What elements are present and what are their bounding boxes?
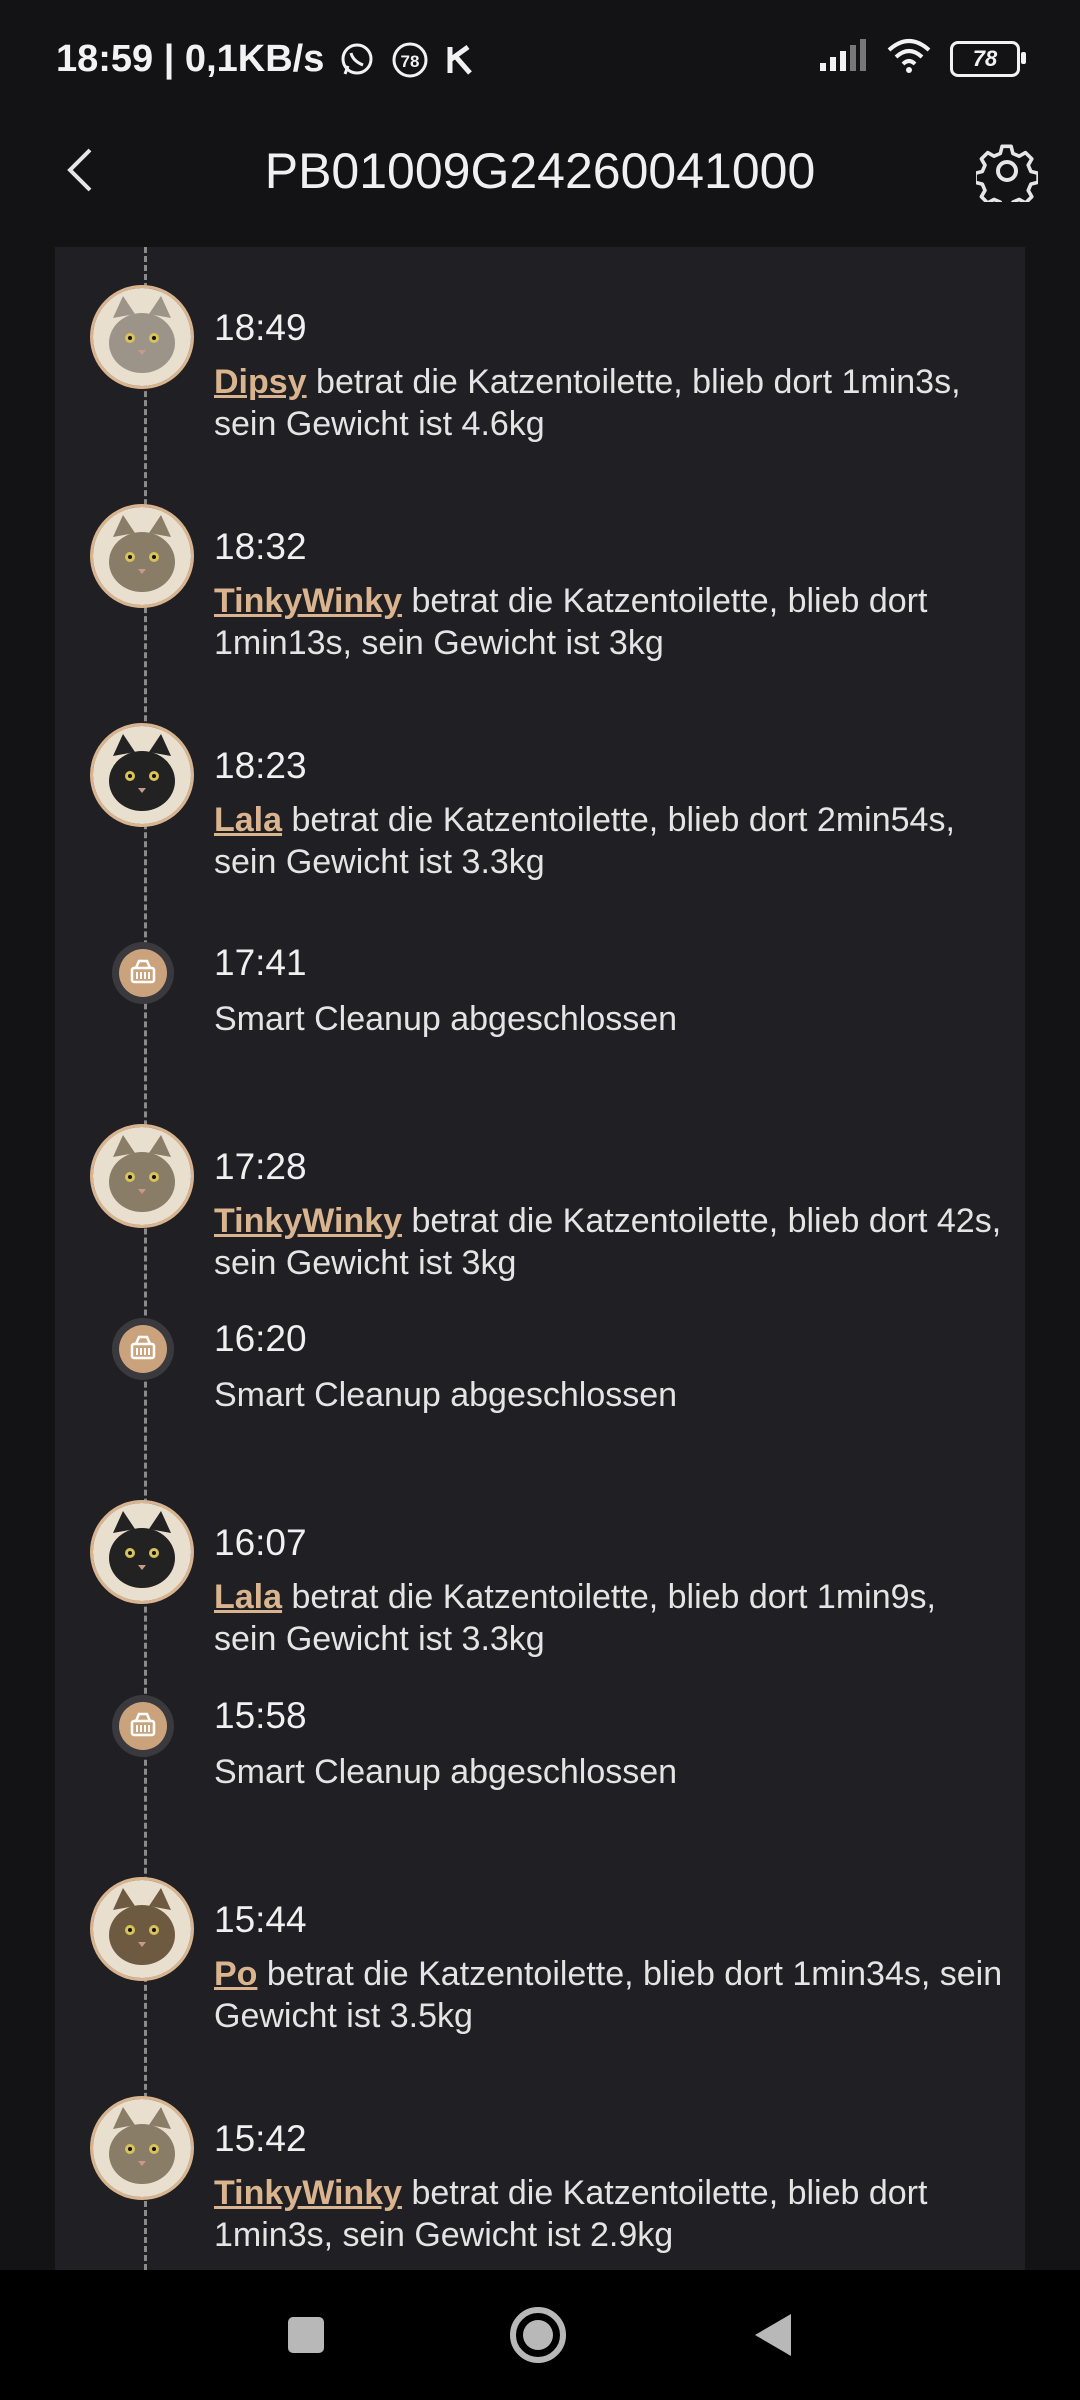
cat-avatar[interactable] xyxy=(90,504,194,608)
circle-icon xyxy=(510,2307,566,2363)
entry-time: 16:20 xyxy=(214,1318,307,1359)
entry-description: TinkyWinky betrat die Katzentoilette, bl… xyxy=(214,580,1004,664)
entry-text: betrat die Katzentoilette, blieb dort 1m… xyxy=(214,1955,1003,2035)
entry-time: 15:44 xyxy=(214,1899,307,1940)
gear-icon xyxy=(976,144,1038,202)
entry-description: TinkyWinky betrat die Katzentoilette, bl… xyxy=(214,1200,1004,1284)
nav-back-button[interactable] xyxy=(742,2303,806,2367)
status-bar: 18:59 | 0,1KB/s 78 78 xyxy=(0,0,1080,120)
square-icon xyxy=(288,2317,324,2353)
cat-avatar[interactable] xyxy=(90,285,194,389)
system-nav-bar xyxy=(0,2270,1080,2400)
cat-face-icon xyxy=(93,507,191,605)
entry-time: 18:49 xyxy=(214,307,307,348)
entry-description: Lala betrat die Katzentoilette, blieb do… xyxy=(214,799,1004,883)
page-title: PB01009G24260041000 xyxy=(264,143,816,199)
whatsapp-icon xyxy=(338,41,376,79)
cat-avatar[interactable] xyxy=(90,1500,194,1604)
recents-button[interactable] xyxy=(274,2303,338,2367)
entry-time: 17:41 xyxy=(214,942,307,983)
cat-name-link[interactable]: TinkyWinky xyxy=(214,582,402,620)
broom-cleanup-icon xyxy=(130,1712,156,1737)
entry-time: 18:23 xyxy=(214,745,307,786)
entry-text: betrat die Katzentoilette, blieb dort 1m… xyxy=(214,363,961,443)
cat-face-icon xyxy=(93,2099,191,2197)
entry-description: Dipsy betrat die Katzentoilette, blieb d… xyxy=(214,361,1004,445)
status-right: 78 xyxy=(818,38,1026,79)
entry-time: 15:42 xyxy=(214,2118,307,2159)
cat-avatar[interactable] xyxy=(90,723,194,827)
broom-cleanup-icon xyxy=(130,1335,156,1360)
battery-icon: 78 xyxy=(950,40,1026,77)
entry-description: Lala betrat die Katzentoilette, blieb do… xyxy=(214,1576,1004,1660)
cleanup-badge xyxy=(112,942,174,1004)
wifi-icon xyxy=(886,38,932,79)
entry-time: 15:58 xyxy=(214,1695,307,1736)
app-k-icon xyxy=(444,43,478,77)
entry-time: 16:07 xyxy=(214,1522,307,1563)
entry-description: Po betrat die Katzentoilette, blieb dort… xyxy=(214,1953,1004,2037)
cat-name-link[interactable]: Po xyxy=(214,1955,257,1993)
entry-description: Smart Cleanup abgeschlossen xyxy=(214,1000,678,1038)
entry-text: betrat die Katzentoilette, blieb dort 2m… xyxy=(214,801,955,881)
cat-face-icon xyxy=(93,288,191,386)
cat-name-link[interactable]: TinkyWinky xyxy=(214,1202,402,1240)
cat-avatar[interactable] xyxy=(90,2096,194,2200)
cleanup-badge xyxy=(112,1695,174,1757)
triangle-back-icon xyxy=(755,2314,791,2356)
home-button[interactable] xyxy=(506,2303,570,2367)
entry-time: 18:32 xyxy=(214,526,307,567)
header: PB01009G24260041000 xyxy=(0,120,1080,220)
timeline-panel[interactable]: 18:49 Dipsy betrat die Katzentoilette, bl… xyxy=(55,247,1025,2270)
status-time-speed: 18:59 | 0,1KB/s xyxy=(56,38,325,80)
cat-face-icon xyxy=(93,1503,191,1601)
entry-description: Smart Cleanup abgeschlossen xyxy=(214,1376,678,1414)
cat-face-icon xyxy=(93,1880,191,1978)
entry-time: 17:28 xyxy=(214,1146,307,1187)
cat-avatar[interactable] xyxy=(90,1877,194,1981)
cleanup-badge xyxy=(112,1318,174,1380)
entry-description: Smart Cleanup abgeschlossen xyxy=(214,1753,678,1791)
cat-avatar[interactable] xyxy=(90,1124,194,1228)
entry-text: betrat die Katzentoilette, blieb dort 1m… xyxy=(214,1578,936,1658)
broom-cleanup-icon xyxy=(130,959,156,984)
cat-name-link[interactable]: Lala xyxy=(214,801,282,839)
cat-face-icon xyxy=(93,726,191,824)
cat-name-link[interactable]: Dipsy xyxy=(214,363,307,401)
cat-name-link[interactable]: Lala xyxy=(214,1578,282,1616)
notification-badge-text: 78 xyxy=(401,52,420,71)
settings-button[interactable] xyxy=(972,136,1042,206)
status-left: 18:59 | 0,1KB/s 78 xyxy=(56,38,478,81)
cat-name-link[interactable]: TinkyWinky xyxy=(214,2174,402,2212)
cat-face-icon xyxy=(93,1127,191,1225)
signal-icon xyxy=(818,39,868,78)
entry-description: TinkyWinky betrat die Katzentoilette, bl… xyxy=(214,2172,1004,2256)
notification-badge-icon: 78 xyxy=(390,40,430,80)
